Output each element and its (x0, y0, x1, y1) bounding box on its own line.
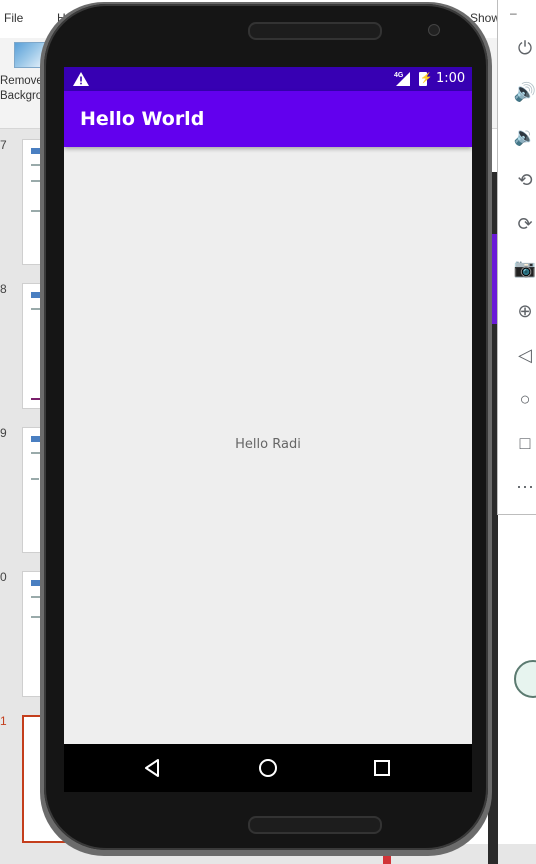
tab-file[interactable]: File (4, 11, 23, 25)
status-bar: 4G ⚡ 1:00 (64, 67, 472, 91)
phone-screen: 4G ⚡ 1:00 Hello World Hello Radi (64, 67, 472, 744)
navigation-bar (64, 744, 472, 792)
slide-number: 0 (0, 570, 7, 584)
minimize-button[interactable]: – (510, 6, 517, 20)
volume-up-icon[interactable]: 🔊 (514, 81, 536, 103)
nav-back-icon[interactable] (141, 756, 165, 780)
rotate-right-icon[interactable]: ⟳ (514, 213, 536, 235)
thumb-line (31, 478, 39, 480)
power-icon[interactable]: ⏻ (514, 37, 536, 59)
top-speaker (248, 22, 382, 40)
zoom-icon[interactable]: ⊕ (514, 300, 536, 322)
signal-icon (396, 72, 410, 86)
camera-icon[interactable]: 📷 (514, 257, 536, 279)
hello-text: Hello Radi (235, 437, 301, 452)
front-camera (428, 24, 440, 36)
emulator-toolbar: – ⏻ 🔊 🔉 ⟲ ⟳ 📷 ⊕ ◁ ○ □ ⋯ (497, 0, 536, 515)
slide-number: 9 (0, 426, 7, 440)
volume-down-icon[interactable]: 🔉 (514, 125, 536, 147)
more-icon[interactable]: ⋯ (514, 476, 536, 498)
slide-number: 8 (0, 282, 7, 296)
bottom-speaker (248, 816, 382, 834)
overview-icon[interactable]: □ (514, 432, 536, 454)
status-time: 1:00 (436, 71, 466, 86)
app-bar: Hello World (64, 91, 472, 147)
home-icon[interactable]: ○ (514, 388, 536, 410)
back-icon[interactable]: ◁ (514, 344, 536, 366)
warning-icon (73, 72, 89, 86)
app-title: Hello World (80, 108, 205, 130)
nav-home-icon[interactable] (256, 756, 280, 780)
rotate-left-icon[interactable]: ⟲ (514, 169, 536, 191)
slide-number-active: 1 (0, 714, 7, 728)
battery-icon: ⚡ (419, 72, 433, 86)
nav-overview-icon[interactable] (370, 756, 394, 780)
emulator-round-button[interactable] (514, 660, 536, 698)
slide-number: 7 (0, 138, 7, 152)
